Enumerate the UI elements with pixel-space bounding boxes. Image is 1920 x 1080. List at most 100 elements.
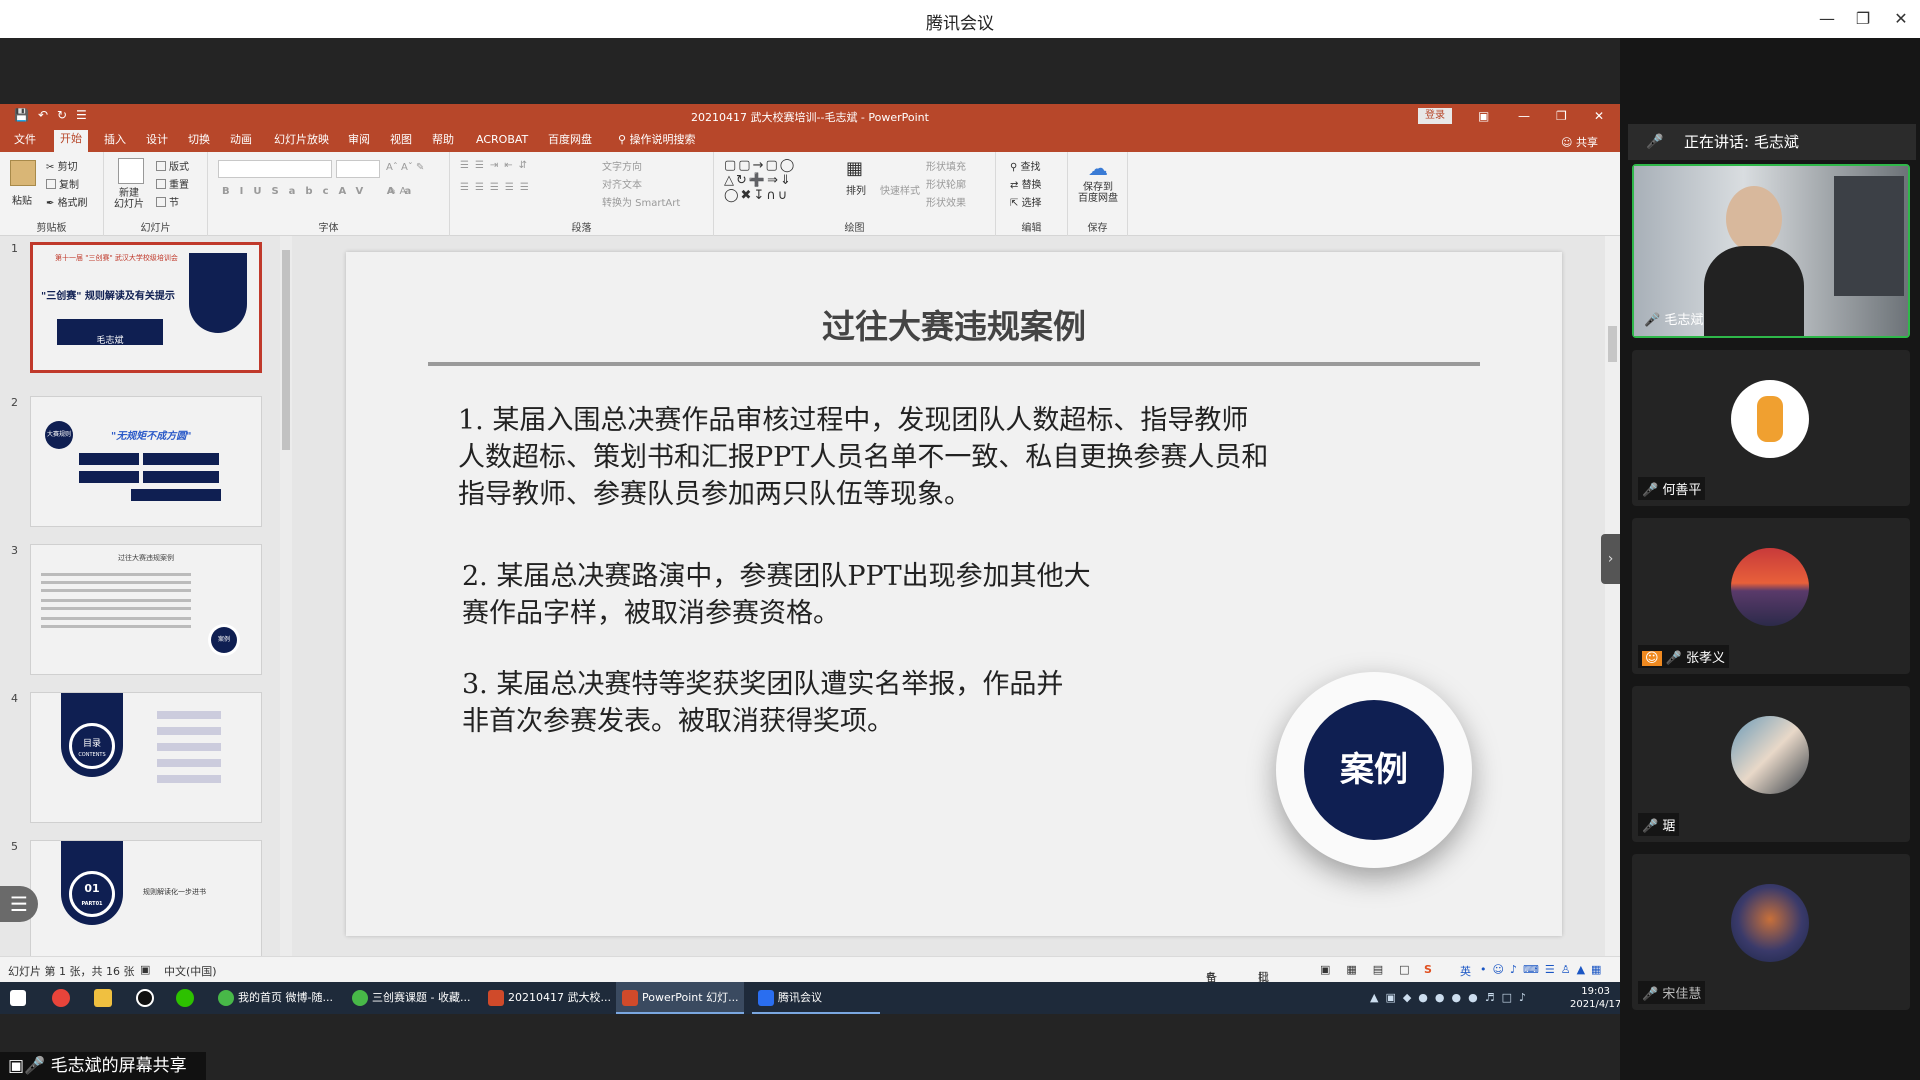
- participant-card[interactable]: 🎤 宋佳慧: [1632, 854, 1910, 1010]
- font-color-icon[interactable]: ✎ A: [388, 186, 406, 197]
- arrange-button[interactable]: 排列: [846, 182, 866, 197]
- tab-acrobat[interactable]: ACROBAT: [470, 132, 534, 152]
- align-icons[interactable]: ☰☰☰☰☰: [460, 182, 535, 193]
- new-slide-button[interactable]: 新建 幻灯片: [114, 188, 144, 210]
- share-button[interactable]: ☺ 共享: [1561, 134, 1598, 150]
- browser-icon[interactable]: [52, 989, 70, 1007]
- thumbnail-slide-2[interactable]: 大赛规则 "无规矩不成方圆": [30, 396, 262, 527]
- taskbar-sanchuang[interactable]: 三创赛课题 - 收藏...: [346, 982, 474, 1014]
- new-slide-icon[interactable]: [118, 158, 144, 184]
- thumbnail-scrollbar[interactable]: [280, 236, 292, 956]
- case-2: 2. 某届总决赛路演中，参赛团队PPT出现参加其他大 赛作品字样，被取消参赛资格…: [462, 558, 1091, 632]
- baidu-cloud-icon[interactable]: ☁: [1088, 156, 1108, 180]
- reset-icon: [156, 179, 166, 189]
- layout-button[interactable]: 版式: [156, 158, 189, 173]
- ppt-minimize-icon[interactable]: —: [1518, 109, 1530, 123]
- tab-baidu[interactable]: 百度网盘: [542, 132, 598, 152]
- ppt-close-icon[interactable]: ✕: [1594, 109, 1604, 123]
- close-button[interactable]: ✕: [1888, 8, 1914, 30]
- format-painter-button[interactable]: ✒ 格式刷: [46, 194, 88, 209]
- tab-design[interactable]: 设计: [140, 132, 174, 152]
- section-label: 节: [169, 198, 179, 209]
- arrange-icon[interactable]: ▦: [846, 158, 863, 179]
- ime-tool-icons[interactable]: •☺♪⌨☰♙▲▦: [1480, 963, 1607, 976]
- participant-card[interactable]: 🎤 毛志斌: [1632, 164, 1910, 338]
- tab-transitions[interactable]: 切换: [182, 132, 216, 152]
- find-button[interactable]: ⚲ 查找: [1010, 158, 1041, 173]
- font-size-input[interactable]: [336, 160, 380, 178]
- thumb-title: 过往大赛违规案例: [118, 554, 174, 562]
- share-menu-icon[interactable]: ☰: [0, 886, 38, 922]
- shapes-gallery[interactable]: ▢▢→▢◯ △↻➕⇒⇓ ◯✖↧∩∪: [724, 158, 796, 203]
- slide-scrollbar[interactable]: [1605, 236, 1620, 956]
- system-tray-icons[interactable]: ▲▣◆●●●●♬□♪: [1370, 991, 1533, 1004]
- tab-help[interactable]: 帮助: [426, 132, 460, 152]
- view-buttons[interactable]: ▣▦▤□: [1320, 963, 1426, 976]
- shape-effects-button[interactable]: 形状效果: [926, 194, 966, 209]
- reset-button[interactable]: 重置: [156, 176, 189, 191]
- minimize-button[interactable]: —: [1814, 8, 1840, 30]
- taskbar-ppt-slideshow[interactable]: PowerPoint 幻灯...: [616, 982, 744, 1014]
- section-button[interactable]: 节: [156, 194, 179, 209]
- participant-name: 🎤 琚: [1638, 813, 1680, 836]
- ribbon-display-icon[interactable]: ▣: [1478, 109, 1489, 123]
- login-button[interactable]: 登录: [1418, 108, 1452, 124]
- text-direction-button[interactable]: 文字方向: [602, 158, 642, 173]
- language-status[interactable]: 中文(中国): [164, 963, 217, 979]
- copy-button[interactable]: 复制: [46, 176, 79, 191]
- taskbar-ppt-doc[interactable]: 20210417 武大校...: [482, 982, 611, 1014]
- taskbar-weibo[interactable]: 我的首页 微博-随...: [212, 982, 338, 1014]
- thumbnail-slide-4[interactable]: 目录 CONTENTS: [30, 692, 262, 823]
- share-label: 共享: [1576, 136, 1598, 149]
- thumb-number: 4: [11, 692, 18, 705]
- tab-animations[interactable]: 动画: [224, 132, 258, 152]
- wechat-icon[interactable]: [176, 989, 194, 1007]
- list-icons[interactable]: ☰☰⇥⇤⇵: [460, 160, 533, 171]
- screen-share-label: ▣🎤 毛志斌的屏幕共享: [0, 1052, 206, 1080]
- quick-styles-button[interactable]: 快速样式: [880, 182, 920, 197]
- thumbnail-slide-5[interactable]: 01 PART01 规则解读化一步进书: [30, 840, 262, 956]
- tab-review[interactable]: 审阅: [342, 132, 376, 152]
- shape-fill-button[interactable]: 形状填充: [926, 158, 966, 173]
- thumbnail-slide-1[interactable]: 第十一届 "三创赛" 武汉大学校级培训会 "三创赛" 规则解读及有关提示 毛志斌: [30, 242, 262, 373]
- save-to-baidu-button[interactable]: 保存到 百度网盘: [1078, 182, 1118, 204]
- select-button[interactable]: ⇱ 选择: [1010, 194, 1042, 209]
- sogou-ime-icon[interactable]: S: [1424, 963, 1432, 976]
- replace-button[interactable]: ⇄ 替换: [1010, 176, 1042, 191]
- case-2-line: 赛作品字样，被取消参赛资格。: [462, 598, 840, 629]
- tell-me-search[interactable]: ⚲ 操作说明搜索: [612, 132, 702, 152]
- tab-slideshow[interactable]: 幻灯片放映: [268, 132, 335, 152]
- paste-button[interactable]: 粘贴: [12, 192, 32, 207]
- spellcheck-icon[interactable]: ▣: [140, 963, 150, 976]
- current-slide[interactable]: 过往大赛违规案例 1. 某届入围总决赛作品审核过程中，发现团队人数超标、指导教师…: [346, 252, 1562, 936]
- tab-home[interactable]: 开始: [54, 130, 88, 152]
- restore-button[interactable]: ❐: [1850, 8, 1876, 30]
- file-explorer-icon[interactable]: [94, 989, 112, 1007]
- taskbar-tencent-meeting[interactable]: 腾讯会议: [752, 982, 880, 1014]
- ime-mode[interactable]: 英: [1460, 963, 1471, 979]
- scroll-thumb[interactable]: [282, 250, 290, 450]
- align-text-button[interactable]: 对齐文本: [602, 176, 642, 191]
- participant-card[interactable]: 🎤 何善平: [1632, 350, 1910, 506]
- font-grow-icon[interactable]: Aˆ Aˇ ✎: [386, 162, 424, 173]
- tab-view[interactable]: 视图: [384, 132, 418, 152]
- font-family-input[interactable]: [218, 160, 332, 178]
- participant-card[interactable]: ☺ 🎤 张孝义: [1632, 518, 1910, 674]
- participant-name-text: 琚: [1662, 819, 1676, 834]
- scroll-thumb[interactable]: [1608, 326, 1617, 362]
- thumb-toc-lines: [157, 711, 221, 719]
- ppt-restore-icon[interactable]: ❐: [1556, 109, 1567, 123]
- participant-card[interactable]: 🎤 琚: [1632, 686, 1910, 842]
- windows-start-icon[interactable]: [10, 990, 26, 1006]
- collapse-panel-icon[interactable]: ›: [1601, 534, 1620, 584]
- qq-icon[interactable]: [136, 989, 154, 1007]
- paste-icon[interactable]: [10, 160, 36, 186]
- tab-insert[interactable]: 插入: [98, 132, 132, 152]
- clock[interactable]: 19:03 2021/4/17: [1570, 985, 1621, 1011]
- thumbnail-slide-3[interactable]: 过往大赛违规案例 案例: [30, 544, 262, 675]
- tab-file[interactable]: 文件: [8, 132, 42, 152]
- shape-outline-button[interactable]: 形状轮廓: [926, 176, 966, 191]
- cut-button[interactable]: ✂ 剪切: [46, 158, 78, 173]
- smartart-button[interactable]: 转换为 SmartArt: [602, 194, 680, 209]
- thumb-text-lines: [41, 573, 191, 576]
